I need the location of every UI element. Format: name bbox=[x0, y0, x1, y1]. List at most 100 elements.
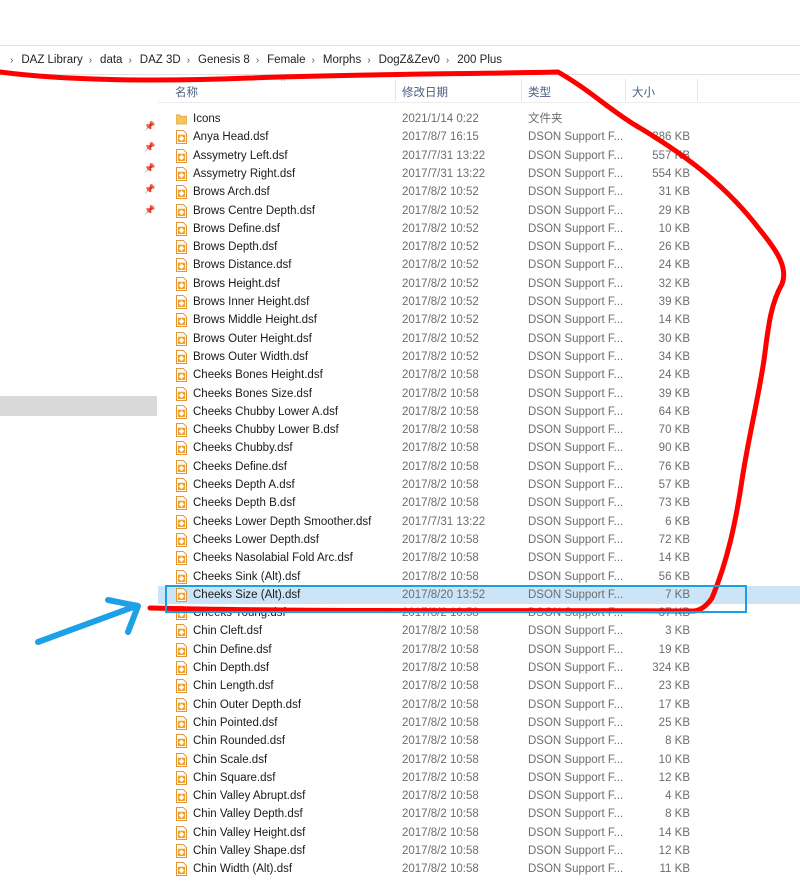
chevron-right-icon[interactable]: › bbox=[256, 55, 259, 66]
navigation-pane[interactable]: 📌 📌 📌 📌 📌 bbox=[0, 75, 157, 884]
chevron-right-icon[interactable]: › bbox=[446, 55, 449, 66]
file-row[interactable]: Cheeks Depth B.dsf 2017/8/2 10:58 DSON Sup… bbox=[158, 494, 800, 512]
column-divider[interactable] bbox=[697, 79, 698, 101]
file-row[interactable]: Chin Outer Depth.dsf 2017/8/2 10:58 DSON S… bbox=[158, 696, 800, 714]
file-row[interactable]: Cheeks Bones Size.dsf 2017/8/2 10:58 DSON … bbox=[158, 385, 800, 403]
file-size: 17 KB bbox=[658, 698, 690, 711]
file-modified-date: 2017/8/2 10:58 bbox=[402, 607, 479, 620]
breadcrumb-item[interactable]: › data bbox=[83, 54, 123, 66]
file-size: 324 KB bbox=[652, 662, 690, 674]
file-row[interactable]: Anya Head.dsf 2017/8/7 16:15 DSON Support … bbox=[158, 128, 800, 146]
breadcrumb-item[interactable]: › 200 Plus bbox=[440, 54, 502, 66]
chevron-right-icon[interactable]: › bbox=[89, 55, 92, 66]
file-row[interactable]: Cheeks Chubby.dsf 2017/8/2 10:58 DSON Supp… bbox=[158, 439, 800, 457]
file-row[interactable]: Cheeks Lower Depth Smoother.dsf 2017/7/31… bbox=[158, 513, 800, 531]
file-row[interactable]: Brows Inner Height.dsf 2017/8/2 10:52 DSON… bbox=[158, 293, 800, 311]
breadcrumb-item[interactable]: › DogZ&Zev0 bbox=[361, 54, 440, 66]
file-row[interactable]: Cheeks Nasolabial Fold Arc.dsf 2017/8/2 1… bbox=[158, 549, 800, 567]
file-name: Brows Height.dsf bbox=[193, 277, 280, 290]
file-row[interactable]: Cheeks Sink (Alt).dsf 2017/8/2 10:58 DSON … bbox=[158, 568, 800, 586]
file-row[interactable]: Chin Depth.dsf 2017/8/2 10:58 DSON Support… bbox=[158, 659, 800, 677]
breadcrumb-item[interactable]: › DAZ 3D bbox=[122, 54, 180, 66]
file-row[interactable]: Chin Square.dsf 2017/8/2 10:58 DSON Suppor… bbox=[158, 769, 800, 787]
file-row[interactable]: Brows Outer Width.dsf 2017/8/2 10:52 DSON … bbox=[158, 348, 800, 366]
file-list[interactable]: ^ 名称 修改日期 类型 大小 Icons 2021/1/14 0:22 文件夹 An… bbox=[158, 75, 800, 884]
breadcrumb-item[interactable]: › Female bbox=[250, 54, 306, 66]
file-row[interactable]: Chin Pointed.dsf 2017/8/2 10:58 DSON Suppo… bbox=[158, 714, 800, 732]
file-name: Chin Define.dsf bbox=[193, 643, 272, 656]
file-row[interactable]: Cheeks Depth A.dsf 2017/8/2 10:58 DSON Sup… bbox=[158, 476, 800, 494]
chevron-right-icon[interactable]: › bbox=[312, 55, 315, 66]
file-row[interactable]: Brows Arch.dsf 2017/8/2 10:52 DSON Support… bbox=[158, 183, 800, 201]
file-row[interactable]: Brows Outer Height.dsf 2017/8/2 10:52 DSON… bbox=[158, 330, 800, 348]
chevron-right-icon[interactable]: › bbox=[187, 55, 190, 66]
column-header-type[interactable]: 类型 bbox=[528, 75, 551, 103]
file-row[interactable]: Brows Centre Depth.dsf 2017/8/2 10:52 DSON… bbox=[158, 202, 800, 220]
dsf-file-icon bbox=[176, 368, 187, 383]
file-row[interactable]: Chin Valley Height.dsf 2017/8/2 10:58 DSON… bbox=[158, 824, 800, 842]
file-row[interactable]: Cheeks Chubby Lower A.dsf 2017/8/2 10:58 D… bbox=[158, 403, 800, 421]
dsf-file-icon bbox=[176, 551, 187, 566]
dsf-file-icon bbox=[176, 203, 187, 218]
file-row[interactable]: Brows Define.dsf 2017/8/2 10:52 DSON Suppo… bbox=[158, 220, 800, 238]
dsf-file-icon bbox=[176, 734, 187, 749]
file-size: 386 KB bbox=[652, 131, 690, 144]
dsf-file-icon bbox=[176, 752, 187, 767]
file-row-selected[interactable]: Cheeks Size (Alt).dsf 2017/8/20 13:52 DSON… bbox=[158, 585, 800, 604]
pin-icon: 📌 bbox=[144, 121, 156, 131]
column-header-date[interactable]: 修改日期 bbox=[402, 75, 448, 103]
file-row[interactable]: Chin Valley Shape.dsf 2017/8/2 10:58 DSON … bbox=[158, 842, 800, 860]
file-modified-date: 2017/8/2 10:58 bbox=[402, 771, 479, 784]
chevron-right-icon[interactable]: › bbox=[10, 55, 13, 66]
column-divider[interactable] bbox=[625, 79, 626, 101]
pin-icon: 📌 bbox=[144, 142, 156, 152]
pin-icon: 📌 bbox=[144, 205, 156, 215]
column-divider[interactable] bbox=[521, 79, 522, 101]
breadcrumb-item[interactable]: › Genesis 8 bbox=[181, 54, 250, 66]
file-size: 19 KB bbox=[658, 643, 690, 656]
dsf-file-icon bbox=[176, 844, 187, 858]
file-row[interactable]: Brows Height.dsf 2017/8/2 10:52 DSON Suppo… bbox=[158, 275, 800, 293]
file-row[interactable]: Brows Middle Height.dsf 2017/8/2 10:52 DSO… bbox=[158, 311, 800, 329]
file-row[interactable]: Assymetry Right.dsf 2017/7/31 13:22 DSON S… bbox=[158, 165, 800, 183]
file-name: Cheeks Chubby Lower A.dsf bbox=[193, 405, 339, 418]
dsf-file-icon bbox=[176, 642, 187, 657]
file-modified-date: 2017/8/2 10:58 bbox=[402, 625, 479, 638]
file-row[interactable]: Icons 2021/1/14 0:22 文件夹 bbox=[158, 110, 800, 128]
file-size: 14 KB bbox=[658, 552, 690, 565]
file-modified-date: 2017/7/31 13:22 bbox=[402, 167, 486, 180]
file-row[interactable]: Chin Rounded.dsf 2017/8/2 10:58 DSON Suppo… bbox=[158, 732, 800, 750]
file-name: Brows Distance.dsf bbox=[193, 259, 292, 272]
column-header-name[interactable]: 名称 bbox=[175, 75, 198, 103]
file-row[interactable]: Chin Length.dsf 2017/8/2 10:58 DSON Suppor… bbox=[158, 677, 800, 695]
breadcrumb-label: Morphs bbox=[322, 54, 362, 66]
file-name: Brows Arch.dsf bbox=[193, 186, 270, 199]
file-row[interactable]: Chin Define.dsf 2017/8/2 10:58 DSON Suppor… bbox=[158, 641, 800, 659]
file-row[interactable]: Assymetry Left.dsf 2017/7/31 13:22 DSON Su… bbox=[158, 147, 800, 165]
file-size: 24 KB bbox=[658, 369, 690, 382]
file-row[interactable]: Chin Valley Abrupt.dsf 2017/8/2 10:58 DSON… bbox=[158, 787, 800, 805]
file-row[interactable]: Chin Scale.dsf 2017/8/2 10:58 DSON Support… bbox=[158, 751, 800, 769]
nav-selected-item[interactable] bbox=[0, 396, 157, 416]
file-row[interactable]: Cheeks Young.dsf 2017/8/2 10:58 DSON Suppo… bbox=[158, 604, 800, 622]
file-row[interactable]: Brows Depth.dsf 2017/8/2 10:52 DSON Suppor… bbox=[158, 238, 800, 256]
file-name: Cheeks Bones Size.dsf bbox=[193, 387, 312, 400]
breadcrumb-item[interactable]: › Morphs bbox=[306, 54, 362, 66]
column-header-size[interactable]: 大小 bbox=[632, 75, 655, 103]
file-row[interactable]: Chin Width (Alt).dsf 2017/8/2 10:58 DSON S… bbox=[158, 860, 800, 878]
file-row[interactable]: Chin Valley Depth.dsf 2017/8/2 10:58 DSON … bbox=[158, 805, 800, 823]
chevron-right-icon[interactable]: › bbox=[367, 55, 370, 66]
file-row[interactable]: Chin Cleft.dsf 2017/8/2 10:58 DSON Support… bbox=[158, 622, 800, 640]
breadcrumb-item[interactable]: › DAZ Library bbox=[4, 54, 83, 66]
column-divider[interactable] bbox=[395, 79, 396, 101]
file-row[interactable]: Cheeks Define.dsf 2017/8/2 10:58 DSON Supp… bbox=[158, 458, 800, 476]
chevron-right-icon[interactable]: › bbox=[128, 55, 131, 66]
dsf-file-icon bbox=[176, 258, 187, 273]
address-bar[interactable]: › DAZ Library › data › DAZ 3D › Genesis 8 › Femal… bbox=[0, 45, 800, 75]
file-modified-date: 2017/8/2 10:58 bbox=[402, 570, 479, 583]
file-row[interactable]: Cheeks Chubby Lower B.dsf 2017/8/2 10:58 D… bbox=[158, 421, 800, 439]
file-row[interactable]: Brows Distance.dsf 2017/8/2 10:52 DSON Sup… bbox=[158, 256, 800, 274]
dsf-file-icon bbox=[176, 185, 187, 200]
file-row[interactable]: Cheeks Bones Height.dsf 2017/8/2 10:58 DSO… bbox=[158, 366, 800, 384]
file-row[interactable]: Cheeks Lower Depth.dsf 2017/8/2 10:58 DSON… bbox=[158, 531, 800, 549]
